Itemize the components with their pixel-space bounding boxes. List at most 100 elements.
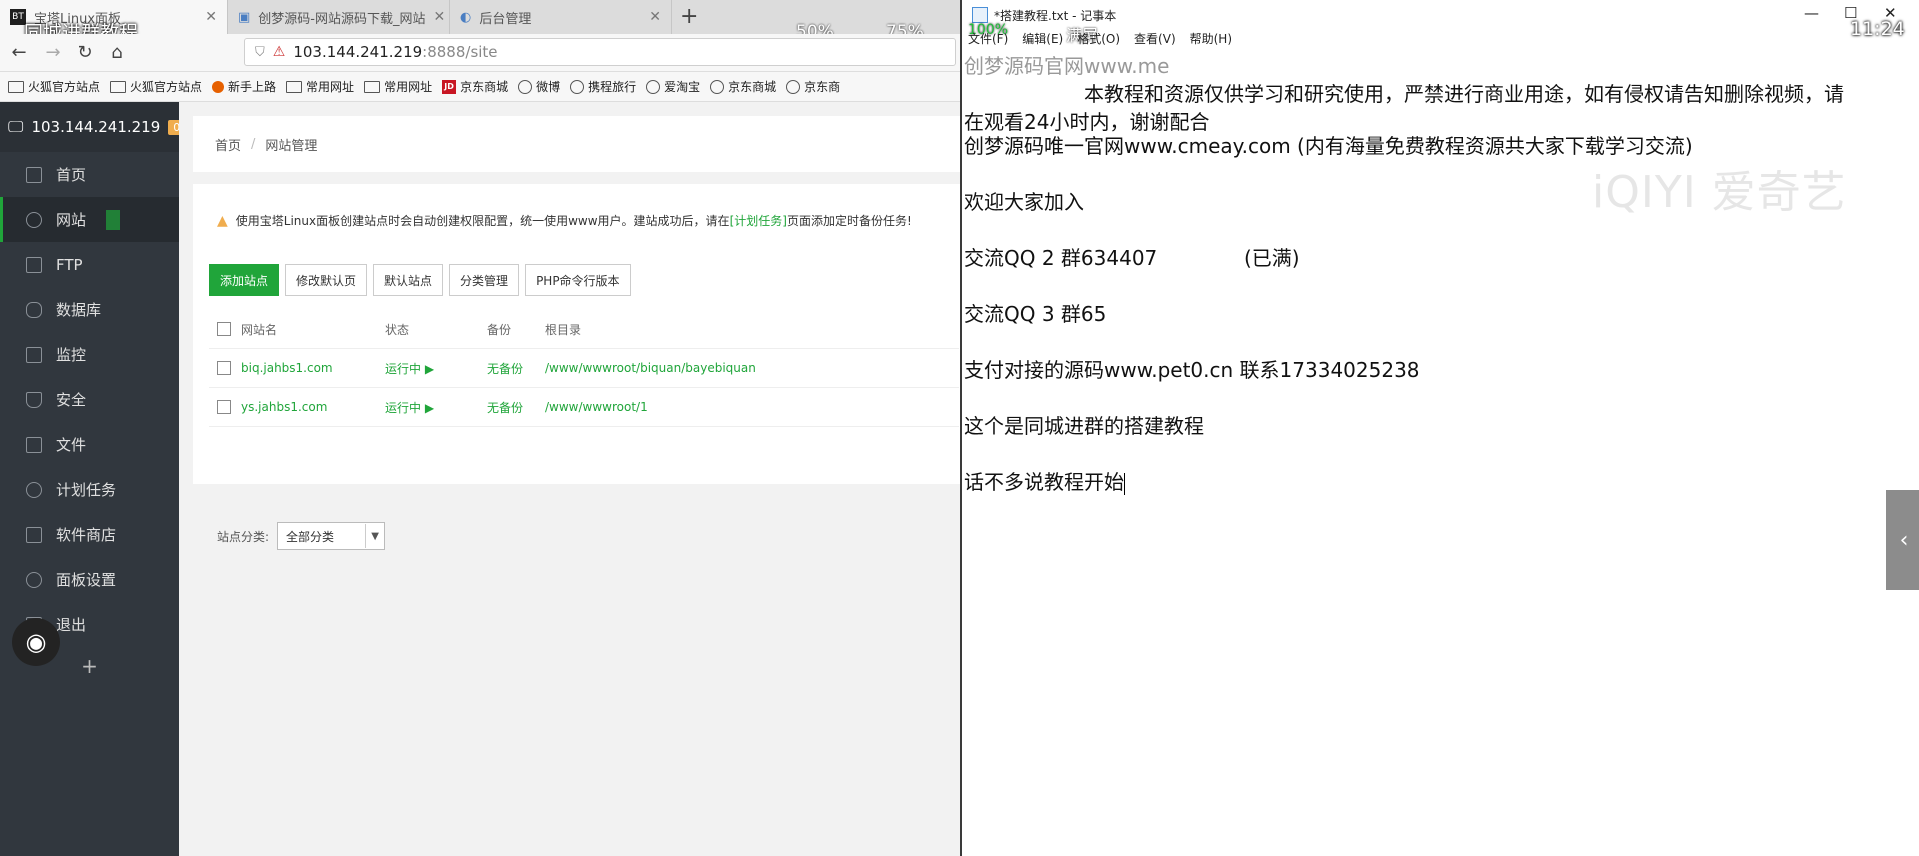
site-name-link[interactable]: ys.jahbs1.com [241,400,327,414]
browser-window: BT 宝塔Linux面板 ✕ ▣ 创梦源码-网站源码下载_网站 ✕ ◐ 后台管理… [0,0,960,856]
cron-link[interactable]: [计划任务] [730,214,787,228]
close-icon[interactable]: ✕ [434,9,446,25]
php-cli-version-button[interactable]: PHP命令行版本 [525,264,631,296]
root-path-link[interactable]: /www/wwwroot/1 [545,400,648,414]
site-card: ▲ 使用宝塔Linux面板创建站点时会自动创建权限配置，统一使用www用户。建站… [193,184,960,550]
bookmark[interactable]: 京东商 [786,78,840,95]
highlight-marker [106,209,121,230]
page-icon: ▣ [238,9,251,25]
close-icon[interactable]: ✕ [205,9,217,25]
bookmark[interactable]: 爱淘宝 [646,78,700,95]
database-icon [26,301,42,318]
close-icon[interactable]: ✕ [649,9,661,25]
ftp-icon [26,256,42,273]
home-icon [26,166,42,183]
bookmark[interactable]: 火狐官方站点 [110,78,202,95]
firefox-icon [212,80,225,93]
window-title: *搭建教程.txt - 记事本 [994,8,1117,23]
sidebar-item-store[interactable]: 软件商店 [0,512,179,557]
sidebar-item-files[interactable]: 文件 [0,422,179,467]
breadcrumb-home[interactable]: 首页 [215,135,241,154]
edit-default-page-button[interactable]: 修改默认页 [285,264,368,296]
backup-link[interactable]: 无备份 [487,399,523,416]
default-site-button[interactable]: 默认站点 [373,264,444,296]
folder-icon [364,80,381,93]
tab-label: 创梦源码-网站源码下载_网站 [258,11,426,27]
menu-help[interactable]: 帮助(H) [1190,30,1232,50]
category-select[interactable]: 全部分类 ▼ [277,522,386,550]
bookmarks-bar: 火狐官方站点 火狐官方站点 新手上路 常用网址 常用网址 JD 京东商城 微博 携… [0,72,960,102]
row-checkbox[interactable] [217,400,231,414]
sidebar-item-ftp[interactable]: FTP [0,242,179,287]
breadcrumb-separator: / [251,136,256,152]
bookmark[interactable]: 火狐官方站点 [8,78,100,95]
new-tab-button[interactable]: + [680,4,698,29]
sidebar-item-security[interactable]: 安全 [0,377,179,422]
root-path-link[interactable]: /www/wwwroot/biquan/bayebiquan [545,361,756,375]
camera-icon[interactable]: ◉ [12,618,60,666]
menu-format[interactable]: 格式(O) [1077,30,1120,50]
sidebar-item-website[interactable]: 网站 [0,197,179,242]
address-bar[interactable]: ⛉ ⚠ 103.144.241.219:8888/site [244,38,956,66]
category-manage-button[interactable]: 分类管理 [449,264,520,296]
sidebar-item-database[interactable]: 数据库 [0,287,179,332]
status-running[interactable]: 运行中 ▶ [385,360,434,377]
jd-icon: JD [442,79,457,94]
nav-bar: ← → ↻ ⌂ ⛉ ⚠ 103.144.241.219:8888/site [0,34,960,72]
globe-icon [570,79,585,94]
bookmark[interactable]: JD 京东商城 [442,78,508,95]
table-row: ys.jahbs1.com 运行中 ▶ 无备份 /www/wwwroot/1 [209,388,959,427]
col-status[interactable]: 状态 [385,321,409,338]
home-icon[interactable]: ⌂ [106,42,128,63]
bookmark[interactable]: 携程旅行 [570,78,636,95]
add-site-button[interactable]: 添加站点 [209,264,280,296]
text-line: 欢迎大家加入 [964,190,1084,214]
table-row: biq.jahbs1.com 运行中 ▶ 无备份 /www/wwwroot/bi… [209,349,959,388]
sidebar-item-monitor[interactable]: 监控 [0,332,179,377]
menu-view[interactable]: 查看(V) [1134,30,1176,50]
text-line: 这个是同城进群的搭建教程 [964,414,1204,438]
tab-source-site[interactable]: ▣ 创梦源码-网站源码下载_网站 ✕ [228,0,450,34]
select-all-checkbox[interactable] [217,322,231,336]
notepad-window: *搭建教程.txt - 记事本 — ☐ ✕ 100% 满屏 11:24 文件(F… [960,0,1919,856]
bookmark[interactable]: 常用网址 [364,78,432,95]
sidebar-item-cron[interactable]: 计划任务 [0,467,179,512]
url-host: 103.144.241.219 [293,43,423,61]
backup-link[interactable]: 无备份 [487,360,523,377]
back-icon[interactable]: ← [8,42,30,63]
reload-icon[interactable]: ↻ [74,42,96,63]
bookmark[interactable]: 京东商城 [710,78,776,95]
chevron-left-icon[interactable]: ‹ [1886,490,1919,590]
minimize-icon[interactable]: — [1804,4,1819,22]
text-line: 交流QQ 2 群634407 [964,246,1158,270]
row-checkbox[interactable] [217,361,231,375]
col-name[interactable]: 网站名 [241,321,277,338]
bookmark[interactable]: 新手上路 [212,78,276,95]
tab-admin[interactable]: ◐ 后台管理 ✕ [450,0,672,34]
menu-edit[interactable]: 编辑(E) [1022,30,1063,50]
bookmark[interactable]: 微博 [518,78,560,95]
text-line: (已满) [1244,246,1300,270]
notepad-titlebar: *搭建教程.txt - 记事本 [962,0,1919,30]
sidebar-item-settings[interactable]: 面板设置 [0,557,179,602]
text-line: 支付对接的源码www.pet0.cn 联系17334025238 [964,358,1420,382]
store-icon [26,526,42,543]
tab-label: 后台管理 [479,11,532,27]
page-icon: ◐ [460,9,472,25]
bookmark[interactable]: 常用网址 [286,78,354,95]
status-running[interactable]: 运行中 ▶ [385,399,434,416]
menu-file[interactable]: 文件(F) [968,30,1008,50]
folder-icon [8,80,24,93]
shield-icon [26,391,42,408]
col-root: 根目录 [545,322,582,337]
globe-icon [26,211,42,228]
globe-icon [518,79,533,94]
text-caret [1124,472,1125,495]
iqiyi-watermark: iQIYI 爱奇艺 [1592,167,1847,218]
url-path: :8888/site [422,43,498,61]
site-name-link[interactable]: biq.jahbs1.com [241,361,333,375]
forward-icon[interactable]: → [42,42,64,63]
text-line: 话不多说教程开始 [964,470,1125,495]
sidebar-item-home[interactable]: 首页 [0,152,179,197]
site-table: 网站名 状态 备份 根目录 biq.jahbs1.com 运行中 ▶ 无备份 /… [209,310,959,427]
